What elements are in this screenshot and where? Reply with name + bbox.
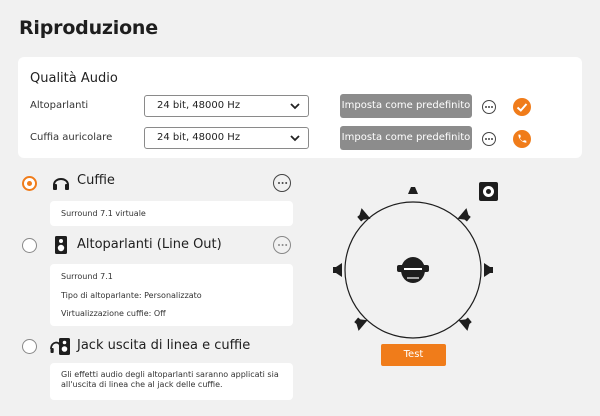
headset-row-label: Cuffia auricolare (30, 132, 113, 143)
altoparlanti-radio[interactable] (22, 238, 37, 253)
speaker-center-icon[interactable] (408, 187, 418, 194)
jack-label: Jack uscita di linea e cuffie (77, 338, 251, 353)
test-button[interactable]: Test (381, 344, 446, 366)
cuffie-detail-text: Surround 7.1 virtuale (61, 209, 146, 218)
chevron-down-icon (290, 135, 300, 142)
speaker-front-left-icon[interactable] (355, 208, 371, 225)
speakers-row-label: Altoparlanti (30, 100, 89, 111)
altoparlanti-detail-surround: Surround 7.1 (61, 272, 113, 281)
altoparlanti-detail-type: Tipo di altoparlante: Personalizzato (61, 291, 202, 300)
surround-speaker-diagram (333, 187, 493, 339)
cuffie-more-icon[interactable] (273, 174, 291, 192)
speaker-side-left-icon[interactable] (333, 263, 342, 277)
altoparlanti-details-card: Surround 7.1 Tipo di altoparlante: Perso… (50, 264, 293, 326)
speaker-box-icon[interactable] (479, 182, 498, 201)
headset-format-value: 24 bit, 48000 Hz (157, 132, 241, 143)
phone-icon (513, 130, 531, 148)
audio-quality-panel: Qualità Audio Altoparlanti 24 bit, 48000… (18, 57, 582, 158)
listener-head-icon (397, 257, 429, 283)
audio-quality-title: Qualità Audio (30, 71, 118, 86)
altoparlanti-more-icon[interactable] (273, 236, 291, 254)
speaker-rear-right-icon[interactable] (458, 314, 474, 331)
jack-details-card: Gli effetti audio degli altoparlanti sar… (50, 363, 293, 400)
speakers-set-default-button[interactable]: Imposta come predefinito (340, 94, 472, 118)
chevron-down-icon (290, 103, 300, 110)
altoparlanti-label: Altoparlanti (Line Out) (77, 237, 222, 252)
speakers-format-select[interactable]: 24 bit, 48000 Hz (144, 95, 309, 117)
speaker-front-right-icon[interactable] (457, 208, 473, 225)
jack-detail-text: Gli effetti audio degli altoparlanti sar… (61, 370, 279, 389)
speaker-side-right-icon[interactable] (484, 263, 493, 277)
jack-radio[interactable] (22, 339, 37, 354)
speaker-icon (55, 236, 67, 254)
altoparlanti-detail-virtualization: Virtualizzazione cuffie: Off (61, 309, 166, 318)
headset-set-default-button[interactable]: Imposta come predefinito (340, 126, 472, 150)
speaker-headphones-icon (50, 338, 70, 355)
cuffie-details-card: Surround 7.1 virtuale (50, 201, 293, 226)
headphones-icon (53, 178, 69, 190)
speakers-format-value: 24 bit, 48000 Hz (157, 100, 241, 111)
headset-format-select[interactable]: 24 bit, 48000 Hz (144, 127, 309, 149)
speakers-more-options-icon[interactable] (482, 100, 496, 114)
cuffie-radio[interactable] (22, 176, 37, 191)
checkmark-icon (513, 98, 531, 116)
speaker-rear-left-icon[interactable] (352, 314, 368, 331)
cuffie-label: Cuffie (77, 173, 115, 188)
headset-more-options-icon[interactable] (482, 132, 496, 146)
page-title: Riproduzione (19, 17, 158, 39)
